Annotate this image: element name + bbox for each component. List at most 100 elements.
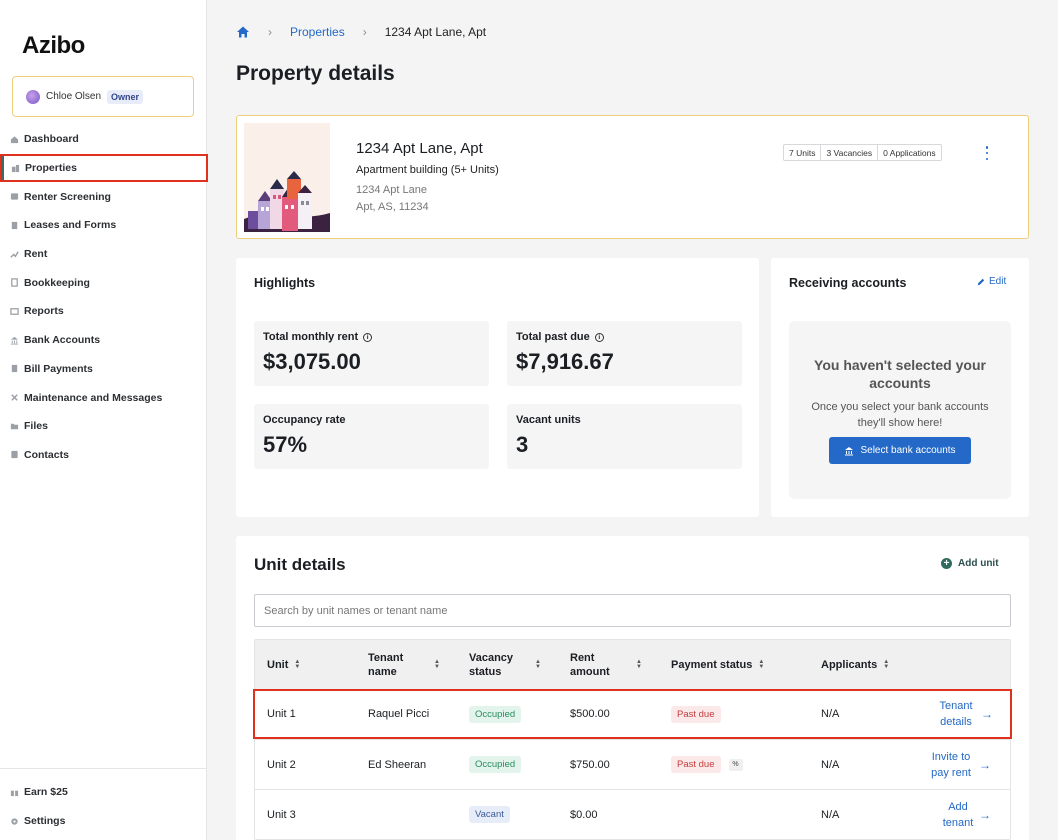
table-row[interactable]: Unit 2 Ed Sheeran Occupied $750.00 Past …: [255, 739, 1010, 789]
chevron-right-icon: ›: [362, 25, 367, 39]
vacant-units-value: 3: [516, 432, 529, 457]
folder-icon: [10, 422, 19, 431]
sort-icon[interactable]: ▲ ▼: [636, 659, 642, 670]
table-row[interactable]: Unit 3 Vacant $0.00 N/A Add tenant →: [255, 789, 1010, 839]
sort-icon[interactable]: ▲ ▼: [535, 659, 541, 670]
select-bank-accounts-button[interactable]: Select bank accounts: [829, 437, 971, 464]
cell-applicants: N/A: [821, 708, 840, 720]
sidebar-item-bank-accounts[interactable]: Bank Accounts: [0, 326, 207, 355]
column-header-payment-status[interactable]: Payment status ▲ ▼: [671, 640, 764, 690]
breadcrumb-current: 1234 Apt Lane, Apt: [384, 25, 487, 39]
more-options-icon[interactable]: [981, 144, 993, 162]
home-icon[interactable]: [236, 25, 250, 39]
unit-details-card: Unit details + Add unit Unit ▲▼ Tenant n…: [236, 536, 1029, 840]
sidebar-item-label: Contacts: [24, 448, 69, 461]
bank-icon: [10, 336, 19, 345]
sidebar-item-earn[interactable]: Earn $25: [0, 778, 207, 807]
total-past-due-box: Total past due i $7,916.67: [507, 321, 742, 386]
column-header-tenant-name[interactable]: Tenant name ▲ ▼: [368, 640, 458, 690]
bill-icon: [10, 364, 19, 373]
total-past-due-label: Total past due i: [516, 331, 604, 343]
sidebar-item-label: Properties: [25, 162, 77, 175]
sidebar-item-label: Maintenance and Messages: [24, 391, 163, 404]
vacant-units-box: Vacant units 3: [507, 404, 742, 469]
sidebar-item-label: Dashboard: [24, 133, 79, 146]
property-type: Apartment building (5+ Units): [356, 164, 499, 176]
role-badge: Owner: [107, 89, 144, 104]
status-badge: Past due: [671, 756, 721, 773]
cell-rent: $0.00: [570, 808, 598, 821]
total-past-due-value: $7,916.67: [516, 349, 614, 374]
cell-rent: $750.00: [570, 758, 610, 771]
avatar: [26, 89, 40, 104]
receiving-accounts-title: Receiving accounts: [789, 276, 907, 290]
sidebar-item-label: Bill Payments: [24, 362, 93, 375]
sort-icon[interactable]: ▲ ▼: [883, 659, 889, 670]
select-bank-accounts-label: Select bank accounts: [860, 445, 956, 456]
add-tenant-link[interactable]: Add tenant →: [940, 790, 991, 839]
sort-icon[interactable]: ▲ ▼: [434, 659, 440, 670]
tenant-details-link[interactable]: Tenant details →: [934, 691, 993, 737]
total-monthly-rent-box: Total monthly rent i $3,075.00: [254, 321, 489, 386]
breadcrumb-properties-link[interactable]: Properties: [290, 25, 345, 39]
status-badge: Past due: [671, 705, 721, 723]
sidebar-item-settings[interactable]: Settings: [0, 807, 207, 836]
sort-icon[interactable]: ▲ ▼: [294, 659, 300, 670]
receiving-accounts-card: Receiving accounts Edit You haven't sele…: [771, 258, 1029, 517]
cell-unit: Unit 1: [267, 708, 296, 720]
cell-tenant: Ed Sheeran: [368, 758, 427, 771]
info-icon[interactable]: i: [594, 332, 604, 342]
occupancy-rate-box: Occupancy rate 57%: [254, 404, 489, 469]
property-card: 1234 Apt Lane, Apt Apartment building (5…: [236, 115, 1029, 239]
reminder-icon[interactable]: %: [728, 758, 743, 771]
add-unit-button[interactable]: + Add unit: [941, 558, 999, 569]
sidebar-item-bill-payments[interactable]: Bill Payments: [0, 355, 207, 384]
user-name: Chloe Olsen: [46, 91, 102, 102]
sidebar-item-maintenance[interactable]: Maintenance and Messages: [0, 383, 207, 412]
empty-accounts-description: Once you select your bank accounts they'…: [811, 401, 989, 429]
property-address-line1: 1234 Apt Lane: [356, 184, 427, 196]
cell-vacancy: Occupied: [469, 740, 522, 789]
sidebar-item-label: Settings: [24, 815, 66, 828]
sidebar-item-reports[interactable]: Reports: [0, 297, 207, 326]
cell-payment: Past due %: [671, 740, 743, 789]
unit-search-input[interactable]: [254, 594, 1011, 627]
property-address-line2: Apt, AS, 11234: [356, 201, 429, 213]
page-title: Property details: [236, 62, 395, 85]
arrow-right-icon: →: [979, 807, 991, 822]
cell-applicants: N/A: [821, 758, 840, 771]
azibo-logo[interactable]: Azibo: [22, 32, 85, 60]
empty-accounts-box: You haven't selected your accounts Once …: [789, 321, 1011, 499]
sort-icon[interactable]: ▲ ▼: [758, 659, 764, 670]
property-illustration: [244, 123, 330, 232]
total-monthly-rent-label: Total monthly rent i: [263, 331, 373, 343]
sidebar-item-label: Earn $25: [24, 786, 68, 799]
table-row[interactable]: Unit 1 Raquel Picci Occupied $500.00 Pas…: [253, 689, 1012, 739]
sidebar-item-renter-screening[interactable]: Renter Screening: [0, 182, 207, 211]
info-icon[interactable]: i: [363, 332, 373, 342]
sidebar-item-rent[interactable]: Rent: [0, 240, 207, 269]
sidebar-item-leases-forms[interactable]: Leases and Forms: [0, 211, 207, 240]
user-account-card[interactable]: Chloe Olsen Owner: [12, 76, 194, 117]
report-icon: [10, 307, 19, 316]
document-icon: [10, 221, 19, 230]
bank-icon: [845, 446, 854, 455]
invite-to-pay-rent-link[interactable]: Invite to pay rent →: [926, 740, 991, 789]
column-header-unit[interactable]: Unit ▲ ▼: [267, 640, 300, 690]
sidebar-item-files[interactable]: Files: [0, 412, 207, 441]
occupancy-rate-value: 57%: [263, 432, 308, 457]
sidebar-item-dashboard[interactable]: Dashboard: [0, 125, 207, 154]
sidebar-item-bookkeeping[interactable]: Bookkeeping: [0, 268, 207, 297]
tools-icon: [10, 393, 19, 402]
sidebar: Azibo Chloe Olsen Owner Dashboard Proper…: [0, 0, 208, 840]
sidebar-item-label: Bookkeeping: [24, 276, 90, 289]
chevron-right-icon: ›: [268, 25, 272, 39]
stat-applications: 0 Applications: [877, 145, 940, 160]
sidebar-item-contacts[interactable]: Contacts: [0, 441, 207, 470]
stat-vacancies: 3 Vacancies: [820, 145, 877, 160]
sidebar-item-properties[interactable]: Properties: [0, 153, 208, 183]
column-header-vacancy-status[interactable]: Vacancy status ▲ ▼: [469, 640, 559, 690]
edit-button[interactable]: Edit: [977, 276, 1006, 287]
column-header-rent-amount[interactable]: Rent amount ▲ ▼: [570, 640, 660, 690]
column-header-applicants[interactable]: Applicants ▲ ▼: [821, 640, 889, 690]
